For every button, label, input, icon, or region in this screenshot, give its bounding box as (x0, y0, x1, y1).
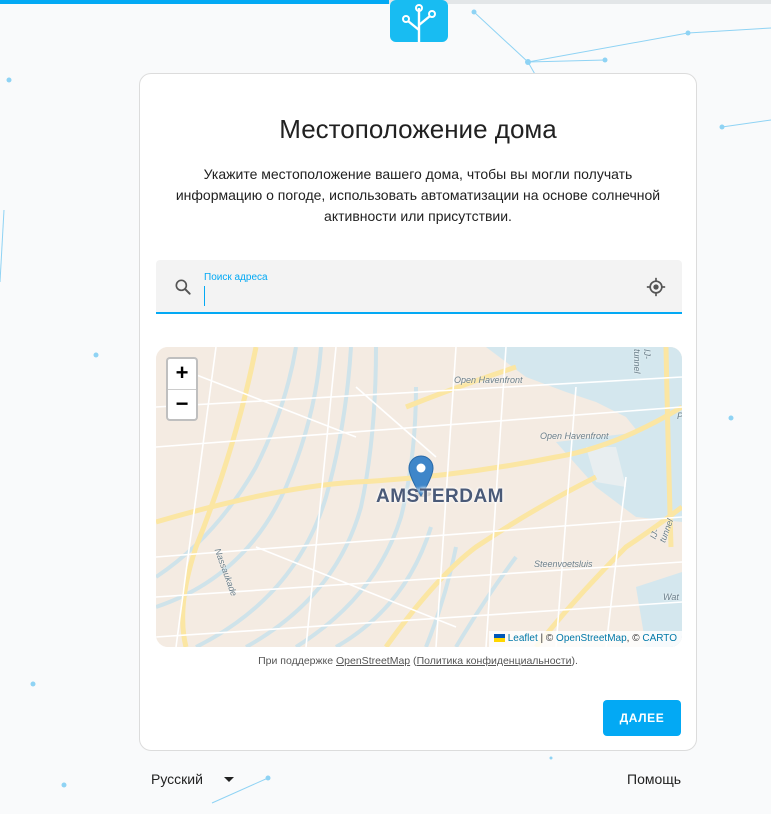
street-label: IJ-tunnel (632, 349, 652, 374)
onboarding-card: Местоположение дома Укажите местоположен… (139, 73, 697, 751)
language-select[interactable]: Русский (151, 771, 203, 787)
help-link[interactable]: Помощь (627, 771, 681, 787)
street-label: Open Havenfront (454, 375, 523, 385)
search-icon (175, 279, 191, 295)
my-location-icon[interactable] (646, 277, 666, 297)
osm-note: При поддержке OpenStreetMap (Политика ко… (140, 655, 696, 667)
city-label: AMSTERDAM (376, 486, 504, 507)
street-label: Steenvoetsluis (534, 559, 593, 569)
ukraine-flag-icon (493, 634, 505, 643)
street-label: P (677, 411, 682, 421)
attribution-separator: | © (537, 633, 557, 644)
zoom-out-button[interactable]: − (168, 390, 196, 419)
search-input[interactable] (204, 286, 625, 306)
osm-attribution-link[interactable]: OpenStreetMap (556, 633, 627, 644)
attribution-separator: , © (626, 633, 643, 644)
openstreetmap-link[interactable]: OpenStreetMap (336, 655, 410, 667)
osm-note-prefix: При поддержке (258, 655, 336, 667)
privacy-policy-link[interactable]: Политика конфиденциальности (417, 655, 572, 667)
chevron-down-icon[interactable] (223, 776, 235, 784)
address-search-field[interactable]: Поиск адреса (156, 260, 682, 314)
next-button[interactable]: ДАЛЕЕ (603, 700, 681, 736)
street-label: Open Havenfront (540, 431, 609, 441)
home-assistant-logo (390, 0, 448, 42)
page-description: Укажите местоположение вашего дома, чтоб… (175, 166, 661, 224)
page-title: Местоположение дома (279, 114, 557, 144)
osm-note-close: ). (571, 655, 578, 667)
zoom-in-button[interactable]: + (168, 359, 196, 390)
search-label: Поиск адреса (204, 272, 268, 283)
location-map[interactable]: Open Havenfront Open Havenfront Nassauka… (156, 347, 682, 647)
map-zoom-control: + − (166, 357, 198, 421)
street-label: Wat (663, 592, 679, 602)
leaflet-link[interactable]: Leaflet (508, 633, 538, 644)
carto-link[interactable]: CARTO (642, 633, 677, 644)
map-attribution: Leaflet | © OpenStreetMap, © CARTO (488, 631, 682, 647)
